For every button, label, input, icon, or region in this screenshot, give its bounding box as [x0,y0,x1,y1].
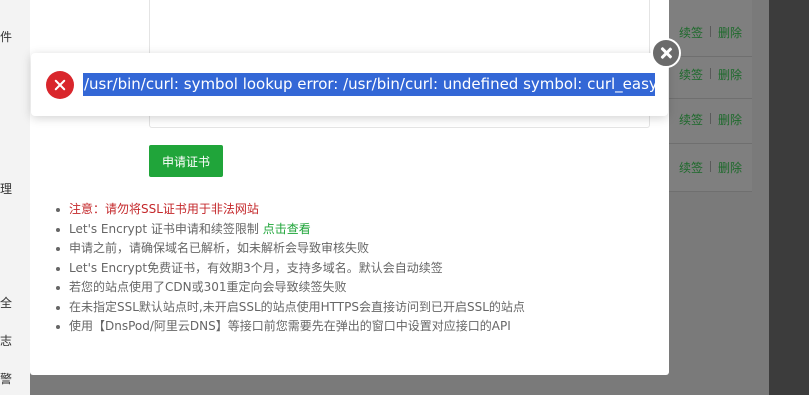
list-item: 在未指定SSL默认站点时,未开启SSL的站点使用HTTPS会直接访问到已开启SS… [52,298,525,318]
background-sidebar: 件 理 全 志 警 [0,0,30,395]
delete-link[interactable]: 删除 [718,66,742,83]
delete-link[interactable]: 删除 [718,159,742,176]
close-icon[interactable] [651,38,681,68]
notes-list: 注意：请勿将SSL证书用于非法网站 Let's Encrypt 证书申请和续签限… [52,200,525,337]
sidebar-item-label: 警 [0,372,13,386]
renew-link[interactable]: 续签 [679,66,703,83]
note-text: 申请之前，请确保域名已解析，如未解析会导致审核失败 [69,241,370,255]
note-text: 在未指定SSL默认站点时,未开启SSL的站点使用HTTPS会直接访问到已开启SS… [69,299,525,314]
list-item: Let's Encrypt 证书申请和续签限制 点击查看 [52,220,525,240]
sidebar-item-label: 志 [0,334,13,348]
table-row: 续签 删除 [669,52,752,99]
divider [710,113,711,124]
table-row: 续签 删除 [669,145,752,192]
delete-link[interactable]: 删除 [718,24,742,41]
list-item: 使用【DnsPod/阿里云DNS】等接口前您需要先在弹出的窗口中设置对应接口的A… [52,317,525,337]
error-toast: /usr/bin/curl: symbol lookup error: /usr… [31,53,668,116]
error-icon [46,71,74,99]
note-text: 使用【DnsPod/阿里云DNS】等接口前您需要先在弹出的窗口中设置对应接口的A… [69,319,511,333]
renew-link[interactable]: 续签 [679,159,703,176]
divider [710,68,711,79]
sidebar-item-label: 全 [0,296,13,310]
note-text: Let's Encrypt免费证书，有效期3个月，支持多域名。默认会自动续签 [69,260,443,275]
list-item: Let's Encrypt免费证书，有效期3个月，支持多域名。默认会自动续签 [52,259,525,279]
table-row: 续签 删除 [669,97,752,144]
list-item: 注意：请勿将SSL证书用于非法网站 [52,200,525,220]
delete-link[interactable]: 删除 [718,111,742,128]
renew-link[interactable]: 续签 [679,24,703,41]
divider [710,26,711,37]
warning-note: 注意：请勿将SSL证书用于非法网站 [69,202,259,216]
sidebar-item-label: 理 [0,182,13,196]
table-row: 续签 删除 [669,10,752,57]
note-text: 若您的站点使用了CDN或301重定向会导致续签失败 [69,280,347,294]
apply-certificate-button[interactable]: 申请证书 [149,145,223,177]
list-item: 若您的站点使用了CDN或301重定向会导致续签失败 [52,278,525,298]
sidebar-item-label: 件 [0,30,13,44]
error-message: /usr/bin/curl: symbol lookup error: /usr… [83,73,655,96]
background-right-panel [769,0,809,395]
view-limits-link[interactable]: 点击查看 [263,222,311,236]
list-item: 申请之前，请确保域名已解析，如未解析会导致审核失败 [52,239,525,259]
renew-link[interactable]: 续签 [679,111,703,128]
note-text: Let's Encrypt 证书申请和续签限制 [69,221,263,236]
divider [710,161,711,172]
